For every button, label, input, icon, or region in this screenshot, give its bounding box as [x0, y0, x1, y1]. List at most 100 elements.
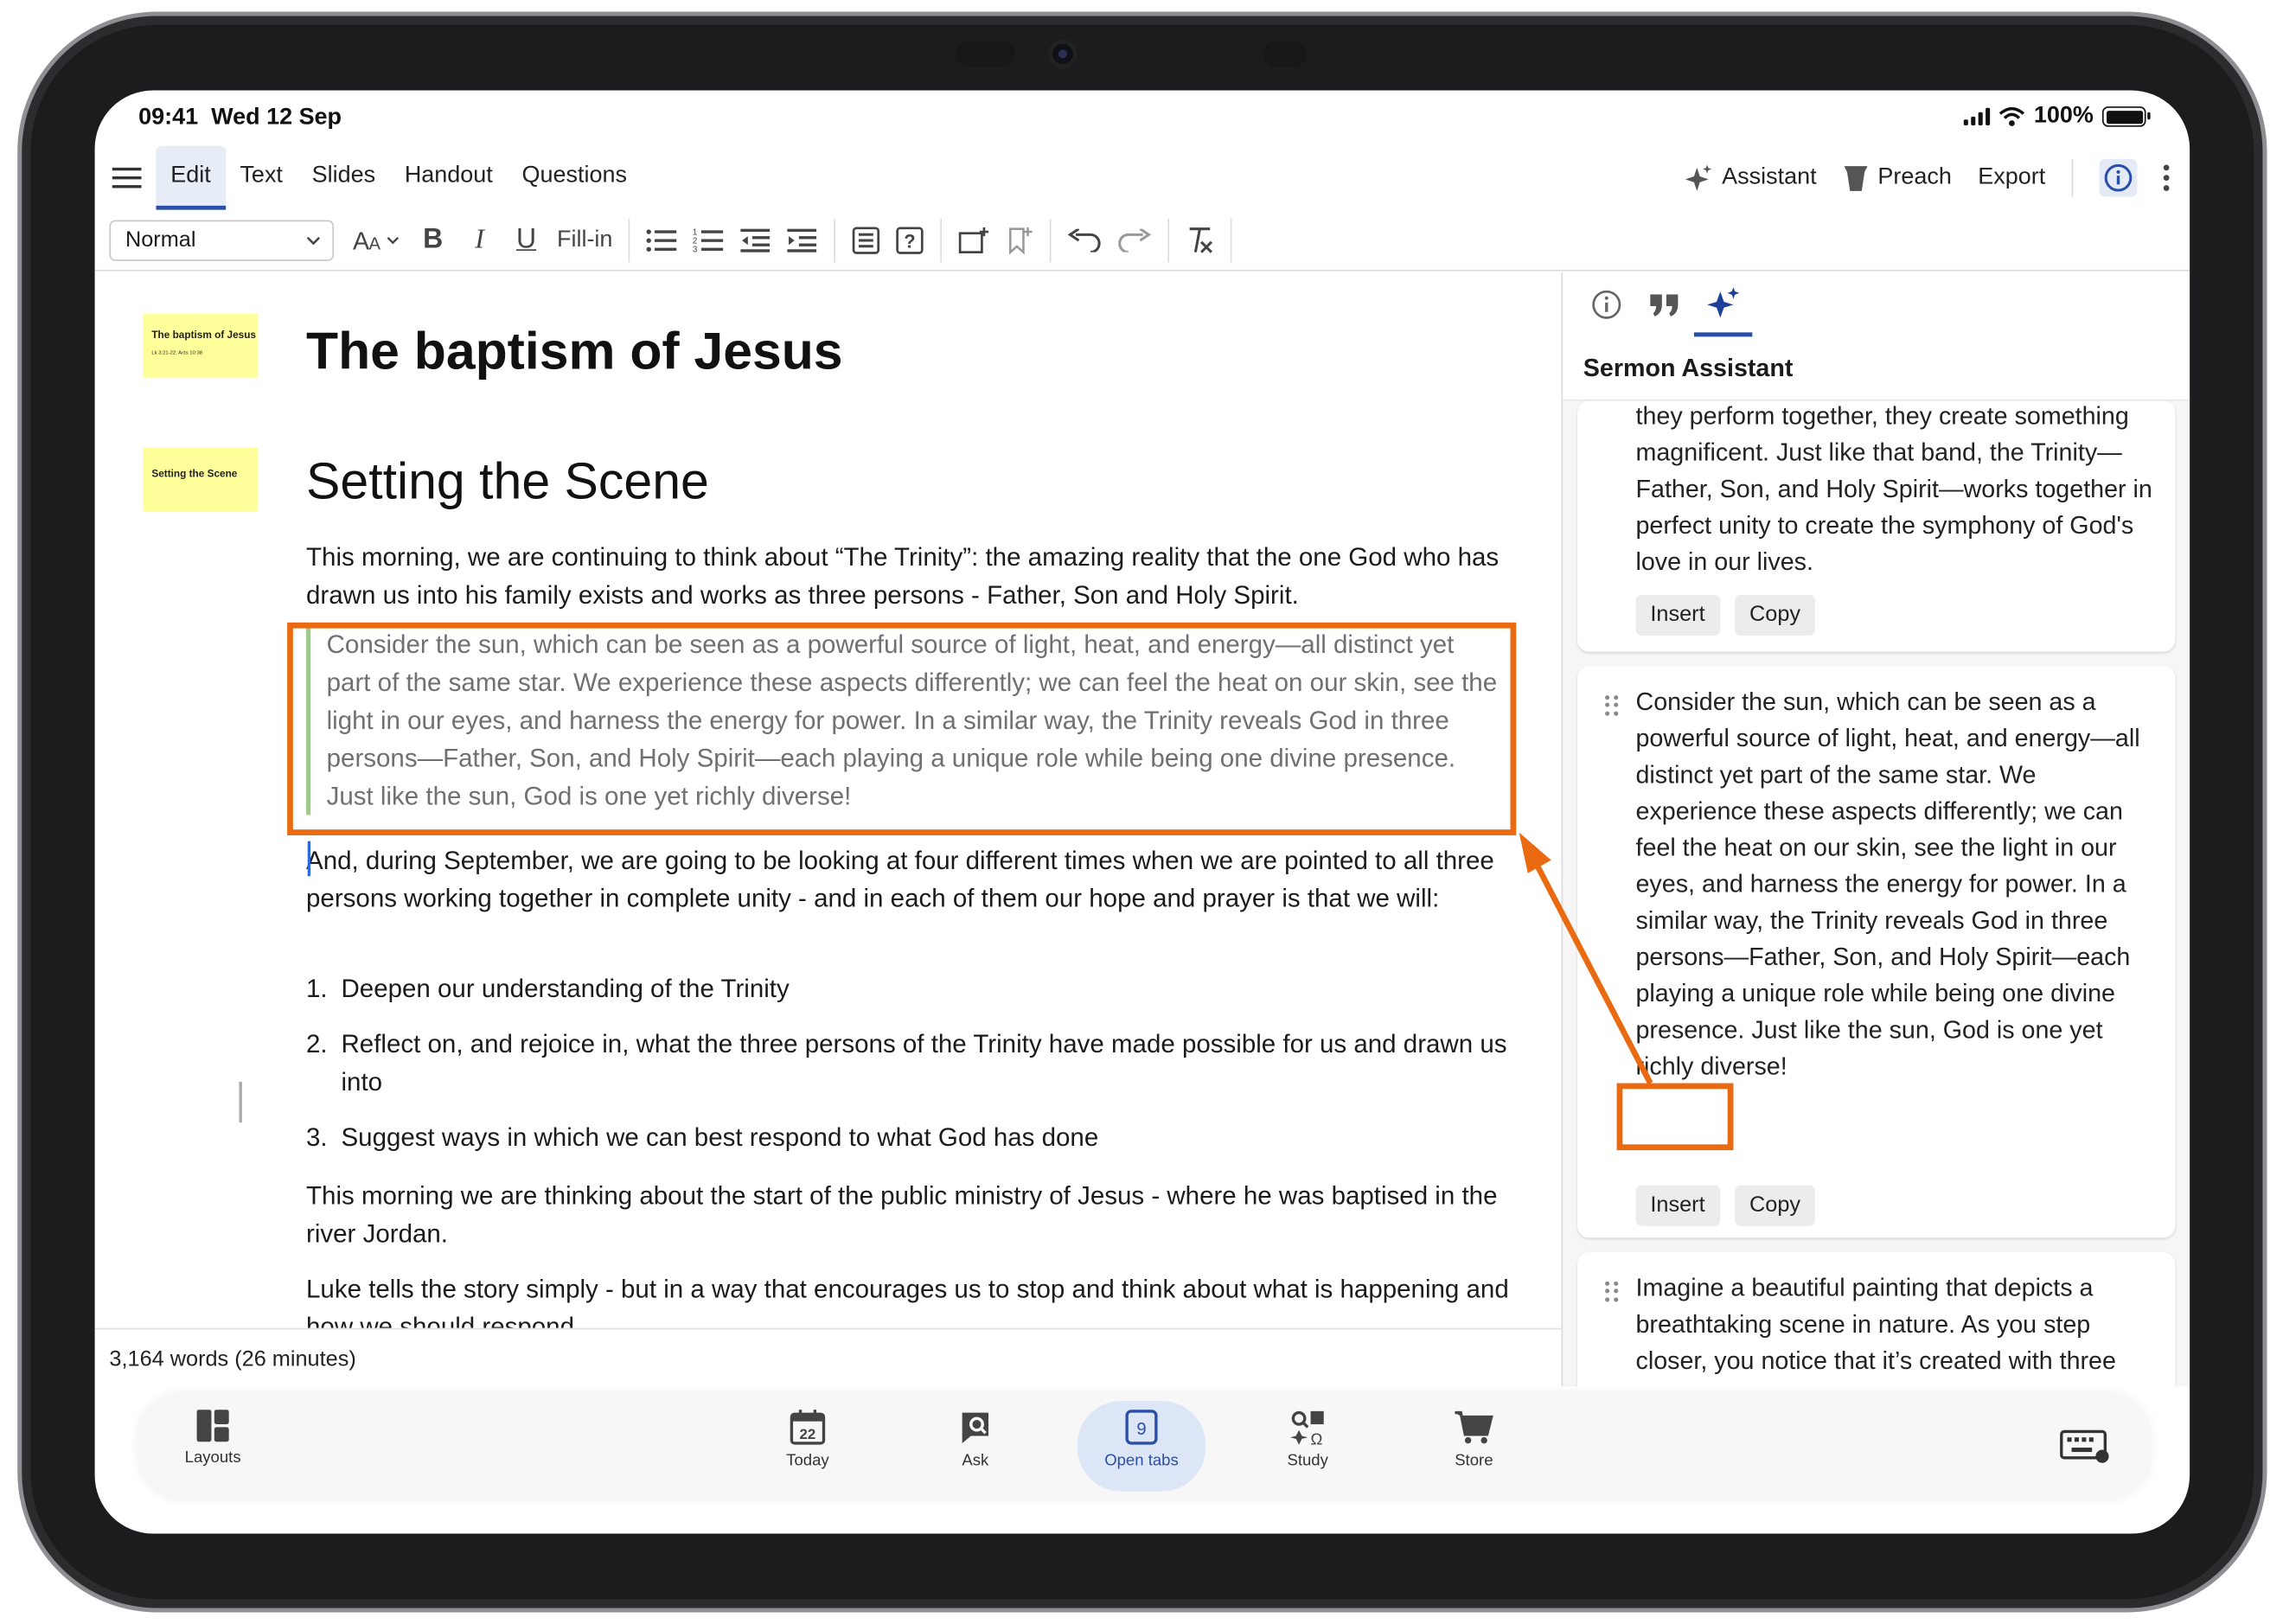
- fill-in-button[interactable]: Fill-in: [550, 218, 620, 262]
- menu-tabs: Edit Text Slides Handout Questions: [156, 145, 642, 210]
- hamburger-icon[interactable]: [112, 163, 142, 189]
- slide-thumbnail-2[interactable]: Setting the Scene: [143, 447, 259, 512]
- tab-ask[interactable]: Ask: [910, 1409, 1041, 1470]
- assistant-suggestion-card: Imagine a beautiful painting that depict…: [1577, 1252, 2176, 1387]
- pulpit-icon: [1844, 166, 1868, 191]
- list-item: 2. Reflect on, and rejoice in, what the t…: [306, 1029, 1507, 1097]
- export-button[interactable]: Export: [1978, 164, 2045, 190]
- tab-text[interactable]: Text: [226, 146, 297, 210]
- status-bar: 09:41 Wed 12 Sep 100%: [95, 91, 2190, 146]
- tab-store[interactable]: Store: [1409, 1409, 1540, 1470]
- slide-thumbnail-title: The baptism of Jesus: [151, 330, 256, 342]
- underline-icon[interactable]: U: [503, 218, 550, 262]
- indent-icon[interactable]: [779, 218, 826, 262]
- preach-button[interactable]: Preach: [1843, 163, 1952, 193]
- open-tabs-icon: 9: [1125, 1410, 1158, 1445]
- svg-text:?: ?: [905, 230, 916, 252]
- svg-text:A: A: [353, 227, 370, 253]
- slide-thumbnail-title: Setting the Scene: [151, 469, 238, 480]
- tab-label: Today: [786, 1452, 829, 1470]
- redo-icon[interactable]: [1110, 218, 1159, 262]
- battery-percent: 100%: [2033, 103, 2094, 129]
- preach-label: Preach: [1877, 164, 1952, 190]
- status-date: Wed 12 Sep: [211, 105, 342, 131]
- tab-label: Store: [1455, 1452, 1493, 1470]
- paragraph-style-value: Normal: [125, 227, 196, 253]
- panel-tab-quotes[interactable]: [1635, 272, 1693, 336]
- tab-handout[interactable]: Handout: [390, 146, 508, 210]
- bold-icon[interactable]: B: [410, 218, 457, 262]
- insert-button[interactable]: Insert: [1635, 594, 1720, 636]
- highlight-box-insert-button: [1616, 1083, 1734, 1151]
- outdent-icon[interactable]: [732, 218, 779, 262]
- numbered-list: 1. Deepen our understanding of the Trinit…: [306, 969, 1531, 1173]
- tab-questions[interactable]: Questions: [508, 146, 642, 210]
- tab-edit[interactable]: Edit: [156, 145, 226, 210]
- paragraph: This morning, we are continuing to think…: [306, 542, 1500, 610]
- tab-label: Open tabs: [1104, 1452, 1179, 1470]
- clear-format-icon[interactable]: [1179, 218, 1223, 262]
- wifi-icon: [1998, 106, 2025, 126]
- add-slide-icon[interactable]: [951, 218, 998, 262]
- front-camera: [1052, 43, 1073, 65]
- tab-open-tabs[interactable]: 9 Open tabs: [1077, 1401, 1206, 1492]
- tab-today[interactable]: 22 Today: [742, 1409, 873, 1470]
- store-cart-icon: [1455, 1410, 1493, 1444]
- paragraph-style-select[interactable]: Normal: [109, 219, 335, 260]
- copy-button[interactable]: Copy: [1735, 594, 1815, 636]
- copy-button[interactable]: Copy: [1735, 1185, 1815, 1226]
- undo-icon[interactable]: [1060, 218, 1110, 262]
- cellular-signal-icon: [1963, 107, 1991, 125]
- battery-icon: [2101, 106, 2151, 127]
- section-heading: Setting the Scene: [306, 453, 709, 511]
- calendar-icon: 22: [790, 1410, 826, 1445]
- keyboard-button[interactable]: [2051, 1417, 2119, 1475]
- study-icon: Ω: [1289, 1410, 1324, 1447]
- tab-label: Layouts: [184, 1448, 241, 1467]
- tab-study[interactable]: Ω Study: [1242, 1409, 1373, 1470]
- drag-handle-icon[interactable]: [1605, 1281, 1620, 1302]
- scroll-indicator[interactable]: [239, 1081, 242, 1123]
- text-cursor: [307, 841, 311, 877]
- svg-text:A: A: [369, 233, 381, 253]
- tab-slides[interactable]: Slides: [297, 146, 390, 210]
- add-bookmark-icon[interactable]: [997, 218, 1041, 262]
- word-count-bar: 3,164 words (26 minutes): [94, 1327, 1562, 1386]
- panel-tab-assistant[interactable]: [1693, 272, 1753, 337]
- svg-text:3: 3: [693, 245, 698, 253]
- block-icon[interactable]: [844, 218, 888, 262]
- svg-text:9: 9: [1136, 1420, 1146, 1439]
- assistant-label: Assistant: [1722, 164, 1817, 190]
- bullet-list-icon[interactable]: [639, 218, 686, 262]
- panel-tabs: [1563, 272, 2190, 337]
- italic-icon[interactable]: I: [457, 218, 503, 262]
- font-size-button[interactable]: AA: [346, 218, 410, 262]
- font-size-icon: AA: [353, 227, 400, 253]
- panel-tab-info[interactable]: [1577, 272, 1635, 336]
- paragraph: This morning we are thinking about the s…: [306, 1180, 1498, 1249]
- info-icon: [2104, 163, 2133, 192]
- numbered-list-icon[interactable]: 123: [686, 218, 732, 262]
- info-toggle-button[interactable]: [2099, 158, 2138, 197]
- bottom-tab-bar: Layouts 22 Today Ask 9 Open tabs Ω Study…: [138, 1393, 2151, 1499]
- panel-title: Sermon Assistant: [1563, 336, 2190, 401]
- list-item: 1. Deepen our understanding of the Trinit…: [306, 974, 790, 1003]
- list-item: 3. Suggest ways in which we can best resp…: [306, 1122, 1099, 1152]
- svg-text:Ω: Ω: [1311, 1430, 1323, 1447]
- assistant-button[interactable]: Assistant: [1684, 163, 1817, 193]
- document-title: The baptism of Jesus: [306, 320, 843, 381]
- tab-label: Ask: [962, 1452, 989, 1470]
- drag-handle-icon[interactable]: [1605, 695, 1620, 716]
- more-icon[interactable]: [2163, 164, 2170, 191]
- tab-label: Study: [1287, 1452, 1328, 1470]
- sensor: [956, 41, 1015, 67]
- keyboard-icon: [2060, 1429, 2109, 1463]
- question-block-icon[interactable]: ?: [888, 218, 932, 262]
- slide-thumbnail-subtitle: Lk 3:21-22; Acts 10:38: [151, 349, 203, 356]
- insert-button[interactable]: Insert: [1635, 1185, 1720, 1226]
- svg-text:22: 22: [800, 1426, 816, 1442]
- tab-layouts[interactable]: Layouts: [147, 1409, 278, 1467]
- assistant-sparkle-icon: [1685, 164, 1712, 191]
- sensor: [1262, 41, 1307, 67]
- slide-thumbnail-1[interactable]: The baptism of Jesus Lk 3:21-22; Acts 10…: [143, 313, 259, 378]
